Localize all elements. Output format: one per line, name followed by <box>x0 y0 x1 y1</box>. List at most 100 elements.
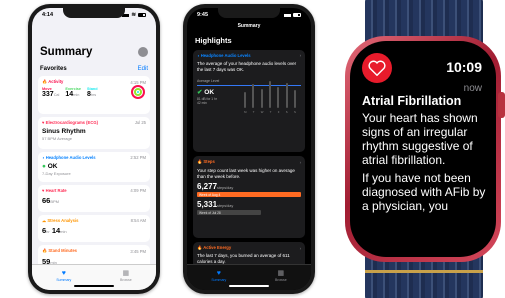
day-label: F <box>277 110 280 114</box>
audio-highlight-card[interactable]: ◗ Headphone Audio Levels › The average o… <box>193 50 305 152</box>
card-time: 8:54 AM <box>130 218 146 223</box>
card-time: Jul 25 <box>134 120 146 125</box>
heart-rate-unit: BPM <box>50 199 60 204</box>
steps-unit-1: steps/day <box>217 186 234 190</box>
tab-label: Summary <box>56 278 72 282</box>
notification-body: Your heart has shown signs of an irregul… <box>362 111 478 167</box>
ecg-value: Sinus Rhythm <box>42 128 86 135</box>
heart-icon: ♥ <box>61 270 66 277</box>
digital-crown[interactable] <box>498 92 505 118</box>
day-label: T <box>269 110 272 114</box>
ear-icon: ◗ <box>42 155 45 160</box>
stress-icon: ☁ <box>42 218 47 223</box>
day-label: W <box>260 110 264 114</box>
watch-case: 10:09 now Atrial Fibrillation Your heart… <box>345 36 505 262</box>
tab-browse[interactable]: ▦ Browse <box>120 270 132 290</box>
steps-bar-2: Week of Jul 28 <box>197 210 262 215</box>
home-indicator <box>229 285 269 287</box>
card-time: 2:52 PM <box>130 155 146 160</box>
tab-label: Summary <box>211 278 227 282</box>
card-title: Activity <box>48 79 64 84</box>
heart-icon <box>362 53 392 83</box>
notification-body-2: If you have not been diagnosed with AFib… <box>362 171 486 213</box>
steps-value-1: 6,277 <box>197 182 218 191</box>
day-labels: MTWTFSS <box>241 110 299 114</box>
card-time: 3:45 PM <box>130 248 146 254</box>
apple-watch: 10:09 now Atrial Fibrillation Your heart… <box>343 0 505 298</box>
ok-check-icon: ✔ <box>197 89 203 96</box>
tab-label: Browse <box>119 278 132 282</box>
profile-avatar[interactable] <box>138 47 148 57</box>
ecg-sub: 57 BPM Average <box>42 136 72 141</box>
favorites-heading: Favorites <box>40 66 67 72</box>
stand-unit: hrs <box>90 93 97 97</box>
audio-levels-card[interactable]: ◗ Headphone Audio Levels 2:52 PM ● OK 7-… <box>38 152 150 182</box>
audio-sub2: 42 min <box>197 101 207 105</box>
steps-value-2: 5,331 <box>197 200 218 209</box>
health-summary-screen: 4:14 ≋ Summary Favorites Edit 🔥 Activity… <box>32 8 156 290</box>
activity-rings-icon <box>131 85 145 99</box>
flame-icon: 🔥 <box>42 79 48 84</box>
heart-rate-card[interactable]: ♥ Heart Rate 4:09 PM 66BPM <box>38 185 150 212</box>
audio-bars <box>241 78 299 108</box>
notification-title: Atrial Fibrillation <box>362 94 462 108</box>
phone-notch <box>218 8 280 18</box>
flame-icon: 🔥 <box>42 248 48 253</box>
home-indicator <box>74 285 114 287</box>
card-title: Headphone Audio Levels <box>45 155 96 160</box>
audio-bar <box>244 91 247 108</box>
audio-bar <box>268 81 271 108</box>
band-stripe <box>365 270 483 273</box>
stress-unit-b: min <box>60 229 67 234</box>
nav-title: Summary <box>237 23 261 29</box>
card-title: Steps <box>203 159 215 164</box>
favorites-header: Favorites Edit <box>40 66 148 72</box>
status-time: 9:45 <box>197 12 209 18</box>
card-time: 4:09 PM <box>130 188 146 193</box>
day-label: S <box>285 110 288 114</box>
card-title: Stress Analysis <box>47 218 79 223</box>
tab-browse[interactable]: ▦ Browse <box>275 270 287 290</box>
audio-bar <box>277 87 280 108</box>
page-title: Summary <box>40 46 93 58</box>
signal-icon <box>284 13 291 17</box>
status-time: 4:14 <box>42 12 54 18</box>
afib-notification[interactable]: 10:09 now Atrial Fibrillation Your heart… <box>350 41 496 257</box>
edit-favorites-link[interactable]: Edit <box>138 66 148 72</box>
activity-card[interactable]: 🔥 Activity 4:15 PM Move 337Cal Exercise 14… <box>38 76 150 114</box>
card-title: Active Energy <box>203 245 232 250</box>
audio-bar <box>293 90 296 108</box>
move-unit: Cal <box>53 93 60 97</box>
card-title: Electrocardiograms (ECG) <box>45 120 99 125</box>
stress-value-b: 14 <box>51 226 61 235</box>
card-text: The average of your headphone audio leve… <box>197 61 297 72</box>
audio-levels-graph: Average Level ✔ OK 81 dB for 1 hr 42 min … <box>197 76 301 114</box>
steps-highlight-card[interactable]: 🔥 Steps › Your step count last week was … <box>193 156 305 238</box>
card-title: Stand Minutes <box>48 248 78 253</box>
health-highlights-screen: 9:45 Summary Highlights ◗ Headphone Audi… <box>187 8 311 290</box>
chevron-right-icon: › <box>299 245 301 251</box>
steps-unit-2: steps/day <box>217 204 234 208</box>
avg-label: Average Level <box>197 79 220 83</box>
steps-bar-1: Week of Aug 4 <box>197 192 301 197</box>
phone-notch <box>63 8 125 18</box>
tab-summary[interactable]: ♥ Summary <box>211 270 226 290</box>
card-text: Your step count last week was higher on … <box>197 168 295 179</box>
chevron-right-icon: › <box>299 159 301 165</box>
day-label: M <box>244 110 247 114</box>
flame-icon: 🔥 <box>197 245 203 250</box>
tab-label: Browse <box>274 278 287 282</box>
audio-sub: 7-Day Exposure <box>42 171 71 176</box>
tab-summary[interactable]: ♥ Summary <box>56 270 71 290</box>
day-label: S <box>293 110 296 114</box>
grid-icon: ▦ <box>122 270 130 277</box>
ecg-card[interactable]: ♥ Electrocardiograms (ECG) Jul 25 Sinus … <box>38 117 150 149</box>
notification-time: now <box>463 83 482 94</box>
stress-card[interactable]: ☁ Stress Analysis 8:54 AM 6hr 14min <box>38 215 150 242</box>
move-value: 337 <box>42 91 54 98</box>
ear-icon: ◗ <box>197 53 200 58</box>
heart-icon: ♥ <box>216 270 221 277</box>
iphone-light-summary: 4:14 ≋ Summary Favorites Edit 🔥 Activity… <box>28 4 160 294</box>
card-time: 4:15 PM <box>130 79 146 85</box>
watch-time: 10:09 <box>446 59 482 75</box>
